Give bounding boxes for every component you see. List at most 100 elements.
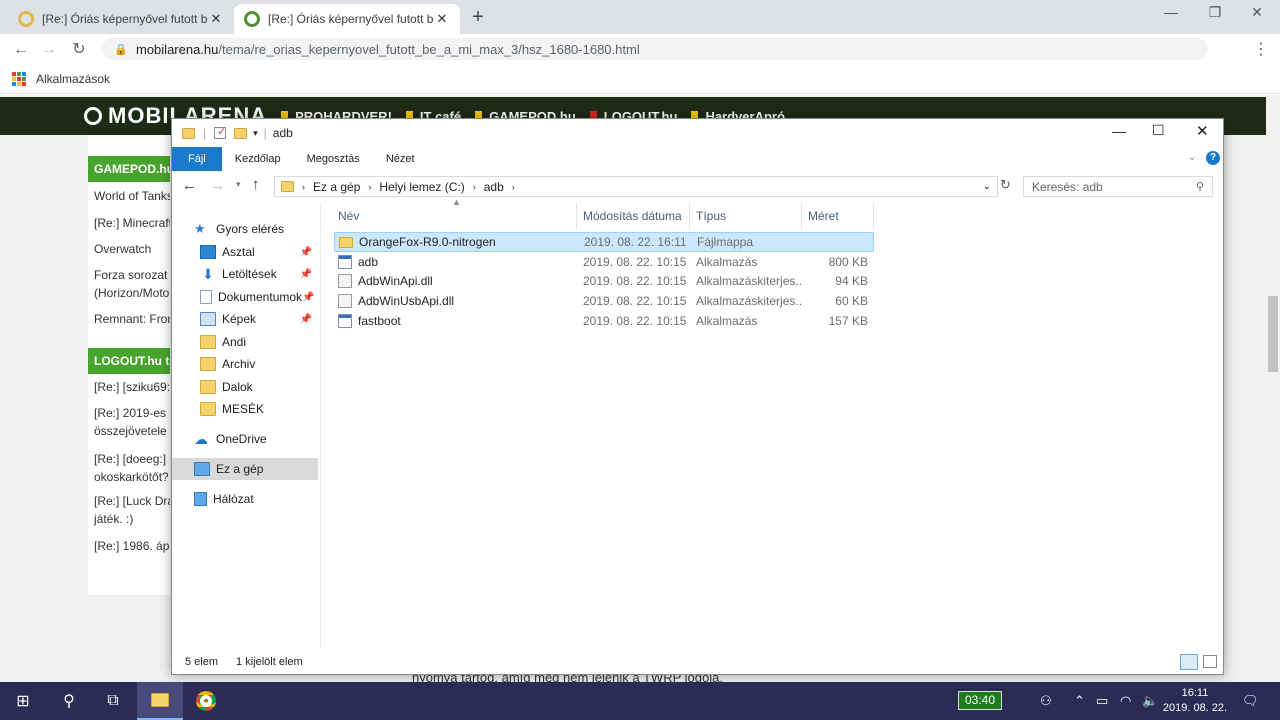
breadcrumb-drive[interactable]: Helyi lemez (C:)	[379, 180, 464, 194]
list-item[interactable]: Overwatch	[88, 240, 170, 258]
dll-file-icon	[338, 274, 352, 288]
column-type[interactable]: Típus	[690, 203, 802, 229]
file-row[interactable]: fastboot 2019. 08. 22. 10:15 Alkalmazás …	[334, 311, 874, 331]
list-item[interactable]: (Horizon/Motorsport)	[88, 284, 170, 302]
new-folder-icon[interactable]	[234, 127, 248, 139]
windows-start-icon[interactable]: ⊞	[0, 682, 46, 720]
notification-icon[interactable]: 🗨	[1242, 682, 1259, 720]
breadcrumb-this-pc[interactable]: Ez a gép	[313, 180, 360, 194]
list-item[interactable]: [Re:] 1986. ápr	[88, 537, 170, 555]
browser-tab-active[interactable]: [Re:] Óriás képernyővel futott be ✕	[234, 4, 460, 34]
wifi-icon[interactable]: ◠	[1120, 682, 1131, 720]
file-row[interactable]: OrangeFox-R9.0-nitrogen 2019. 08. 22. 16…	[334, 232, 874, 252]
expand-ribbon-icon[interactable]: ⌄	[1188, 152, 1196, 163]
system-clock[interactable]: 16:11 2019. 08. 22.	[1160, 686, 1230, 716]
column-headers: Név Módosítás dátuma Típus Méret	[332, 203, 877, 229]
back-arrow-icon[interactable]: ←	[182, 177, 197, 194]
nav-folder-dalok[interactable]: Dalok	[172, 376, 318, 398]
up-arrow-icon[interactable]: ↑	[252, 176, 260, 193]
list-item[interactable]: [Re:] [Luck Dra	[88, 492, 170, 510]
forward-arrow-icon[interactable]: →	[38, 39, 60, 61]
list-item[interactable]: Remnant: From	[88, 310, 170, 328]
nav-quick-access[interactable]: ★ Gyors elérés	[172, 218, 318, 240]
battery-icon[interactable]: ▭	[1096, 682, 1108, 720]
pane-divider[interactable]	[320, 203, 321, 649]
large-icons-view-icon[interactable]	[1203, 655, 1217, 668]
close-window-icon[interactable]: ✕	[1234, 4, 1280, 26]
nav-desktop[interactable]: Asztal 📌	[172, 241, 318, 263]
list-item[interactable]: játék. :)	[88, 510, 170, 528]
nav-network[interactable]: Hálózat	[172, 488, 318, 510]
nav-pictures[interactable]: Képek 📌	[172, 308, 318, 330]
nav-documents[interactable]: Dokumentumok 📌	[172, 286, 318, 308]
file-row[interactable]: AdbWinUsbApi.dll 2019. 08. 22. 10:15 Alk…	[334, 291, 874, 311]
file-type: Alkalmazás	[696, 314, 758, 328]
tab-home[interactable]: Kezdőlap	[222, 147, 294, 171]
people-icon[interactable]: ⚇	[1040, 682, 1052, 720]
task-view-icon[interactable]: ⧉	[90, 682, 136, 720]
list-item[interactable]: okoskarkötőt?	[88, 468, 170, 486]
gamepod-header[interactable]: GAMEPOD.hu	[88, 156, 170, 182]
list-item[interactable]: [Re:] [sziku69:]	[88, 378, 170, 396]
browser-tab[interactable]: [Re:] Óriás képernyővel futott be ✕	[8, 4, 234, 34]
pin-icon: 📌	[302, 291, 315, 303]
menu-dots-icon[interactable]: ⋮	[1250, 39, 1272, 61]
list-item[interactable]: [Re:] [doeeg:] N	[88, 450, 170, 468]
tab-share[interactable]: Megosztás	[294, 147, 373, 171]
file-explorer-taskbar-icon[interactable]	[137, 682, 183, 720]
list-item[interactable]: World of Tanks	[88, 187, 170, 205]
details-view-icon[interactable]	[1180, 654, 1198, 670]
address-bar[interactable]: 🔒 mobilarena.hu/tema/re_orias_kepernyove…	[102, 38, 1208, 60]
column-date[interactable]: Módosítás dátuma	[577, 203, 690, 229]
nav-this-pc[interactable]: Ez a gép	[172, 458, 318, 480]
search-icon[interactable]: ⚲	[46, 682, 92, 720]
apps-grid-icon[interactable]	[12, 71, 26, 86]
restore-icon[interactable]: ❐	[1192, 4, 1238, 26]
minimize-icon[interactable]: —	[1112, 123, 1126, 139]
reload-icon[interactable]: ↻	[68, 39, 90, 61]
maximize-icon[interactable]: ☐	[1152, 122, 1165, 139]
nav-folder-mesek[interactable]: MESÉK	[172, 398, 318, 420]
address-dropdown-icon[interactable]: ⌄	[983, 181, 991, 192]
page-scrollbar[interactable]	[1266, 95, 1280, 682]
column-name[interactable]: Név	[332, 203, 577, 229]
qat-dropdown-icon[interactable]: ▾	[253, 128, 258, 139]
column-size[interactable]: Méret	[802, 203, 874, 229]
recent-locations-icon[interactable]: ▾	[236, 179, 241, 190]
folder-icon	[339, 236, 353, 248]
nav-folder-andi[interactable]: Andi	[172, 331, 318, 353]
chevron-up-icon[interactable]: ⌃	[1074, 682, 1085, 720]
back-arrow-icon[interactable]: ←	[10, 39, 32, 61]
close-tab-icon[interactable]: ✕	[434, 11, 450, 27]
file-row[interactable]: AdbWinApi.dll 2019. 08. 22. 10:15 Alkalm…	[334, 271, 874, 291]
chrome-taskbar-icon[interactable]	[183, 682, 229, 720]
help-icon[interactable]: ?	[1206, 151, 1220, 165]
tab-file[interactable]: Fájl	[172, 147, 222, 171]
list-item[interactable]: összejövetele	[88, 422, 170, 440]
forward-arrow-icon[interactable]: →	[210, 177, 225, 194]
lock-icon: 🔒	[114, 43, 128, 56]
address-breadcrumb[interactable]: › Ez a gép › Helyi lemez (C:) › adb › ⌄	[274, 176, 998, 197]
nav-onedrive[interactable]: ☁ OneDrive	[172, 428, 318, 450]
cloud-icon: ☁	[194, 431, 208, 447]
file-row[interactable]: adb 2019. 08. 22. 10:15 Alkalmazás 800 K…	[334, 252, 874, 272]
list-item[interactable]: [Re:] Minecraft	[88, 214, 170, 232]
scrollbar-thumb[interactable]	[1268, 296, 1278, 372]
properties-icon[interactable]: ✓	[214, 126, 226, 139]
close-icon[interactable]: ✕	[1196, 122, 1209, 140]
breadcrumb-adb[interactable]: adb	[484, 180, 504, 194]
minimize-icon[interactable]: —	[1148, 4, 1194, 26]
tab-view[interactable]: Nézet	[373, 147, 428, 171]
search-input[interactable]: Keresés: adb ⚲	[1023, 176, 1213, 197]
list-item[interactable]: [Re:] 2019-es p	[88, 404, 170, 422]
apps-bookmark[interactable]: Alkalmazások	[36, 72, 110, 86]
nav-downloads[interactable]: ⬇ Letöltések 📌	[172, 263, 318, 285]
list-item[interactable]: Forza sorozat	[88, 266, 170, 284]
timer-widget[interactable]: 03:40	[958, 691, 1002, 710]
logout-header[interactable]: LOGOUT.hu té	[88, 348, 170, 374]
volume-icon[interactable]: 🔈	[1142, 682, 1158, 720]
nav-folder-archiv[interactable]: Archiv	[172, 353, 318, 375]
refresh-icon[interactable]: ↻	[1000, 177, 1011, 193]
new-tab-button[interactable]: +	[466, 6, 490, 29]
close-tab-icon[interactable]: ✕	[208, 11, 224, 27]
